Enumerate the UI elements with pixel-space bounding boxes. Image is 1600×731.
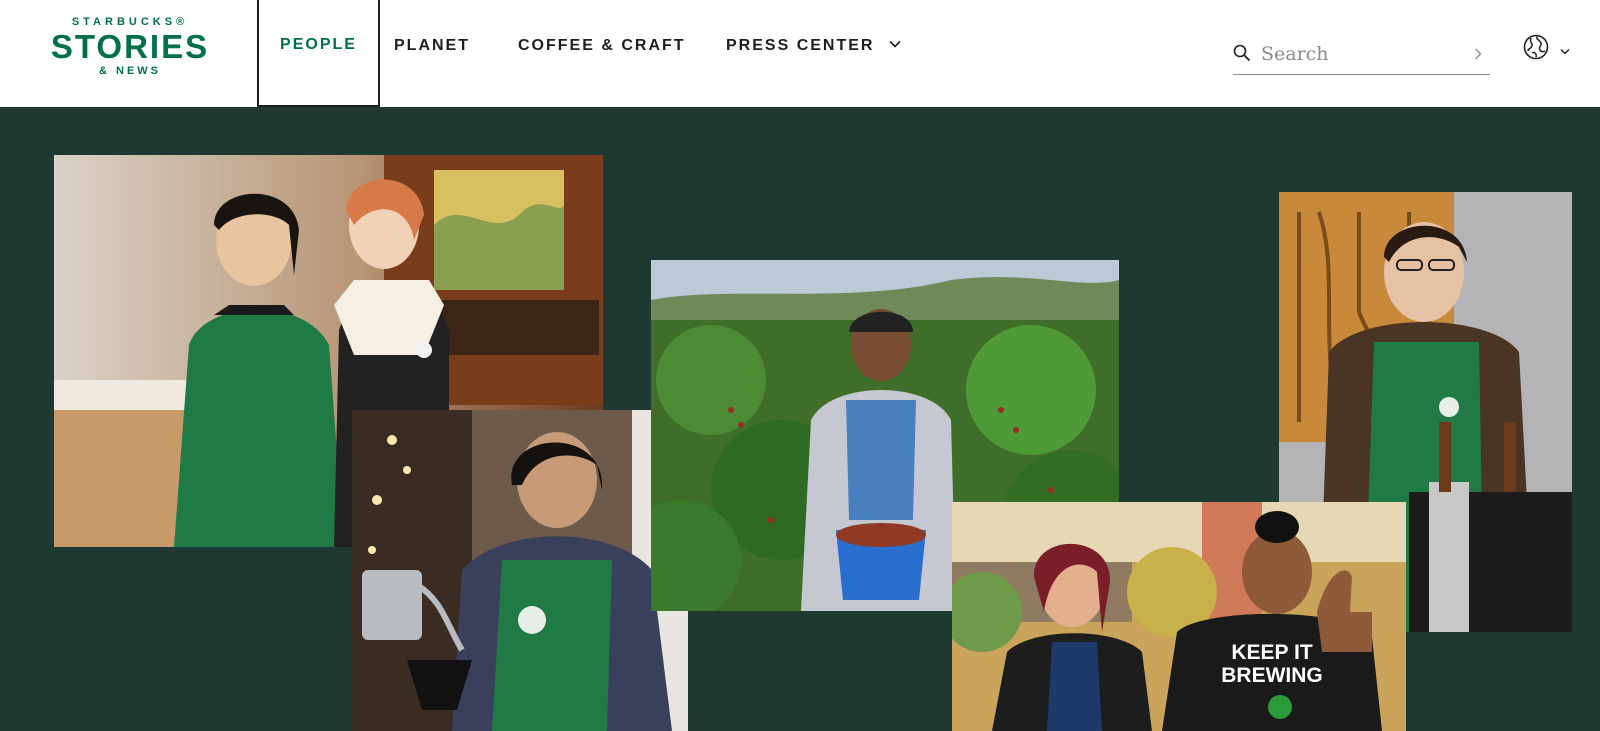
search-bar bbox=[1233, 33, 1490, 75]
search-icon bbox=[1233, 44, 1251, 67]
stories-news-logo[interactable]: STARBUCKS® STORIES & NEWS bbox=[50, 16, 210, 86]
nav-label-coffee-craft: COFFEE & CRAFT bbox=[518, 37, 686, 54]
nav-label-people: PEOPLE bbox=[280, 36, 357, 53]
svg-text:KEEP IT: KEEP IT bbox=[1231, 641, 1312, 664]
nav-item-people[interactable]: PEOPLE bbox=[257, 0, 380, 107]
keep-it-brewing-shirt-text: KEEP IT BREWING bbox=[1221, 641, 1323, 687]
nav-item-planet[interactable]: PLANET bbox=[394, 0, 470, 107]
chevron-down-icon bbox=[889, 0, 901, 90]
photo-partners-keep-it-brewing: KEEP IT BREWING bbox=[952, 502, 1406, 731]
logo-line-news: & NEWS bbox=[99, 65, 161, 77]
search-input[interactable] bbox=[1259, 37, 1463, 71]
nav-item-coffee-craft[interactable]: COFFEE & CRAFT bbox=[518, 0, 686, 107]
svg-text:BREWING: BREWING bbox=[1221, 664, 1323, 687]
site-header: STARBUCKS® STORIES & NEWS PEOPLE PLANET … bbox=[0, 0, 1600, 107]
photo-barista-pour-over bbox=[352, 410, 688, 731]
nav-label-planet: PLANET bbox=[394, 37, 470, 54]
nav-label-press-center: PRESS CENTER bbox=[726, 37, 875, 54]
logo-line-stories: STORIES bbox=[50, 28, 210, 65]
chevron-right-icon[interactable] bbox=[1474, 47, 1482, 65]
nav-item-press-center[interactable]: PRESS CENTER bbox=[726, 0, 901, 107]
globe-icon[interactable] bbox=[1523, 34, 1549, 65]
chevron-down-icon[interactable] bbox=[1560, 42, 1570, 60]
